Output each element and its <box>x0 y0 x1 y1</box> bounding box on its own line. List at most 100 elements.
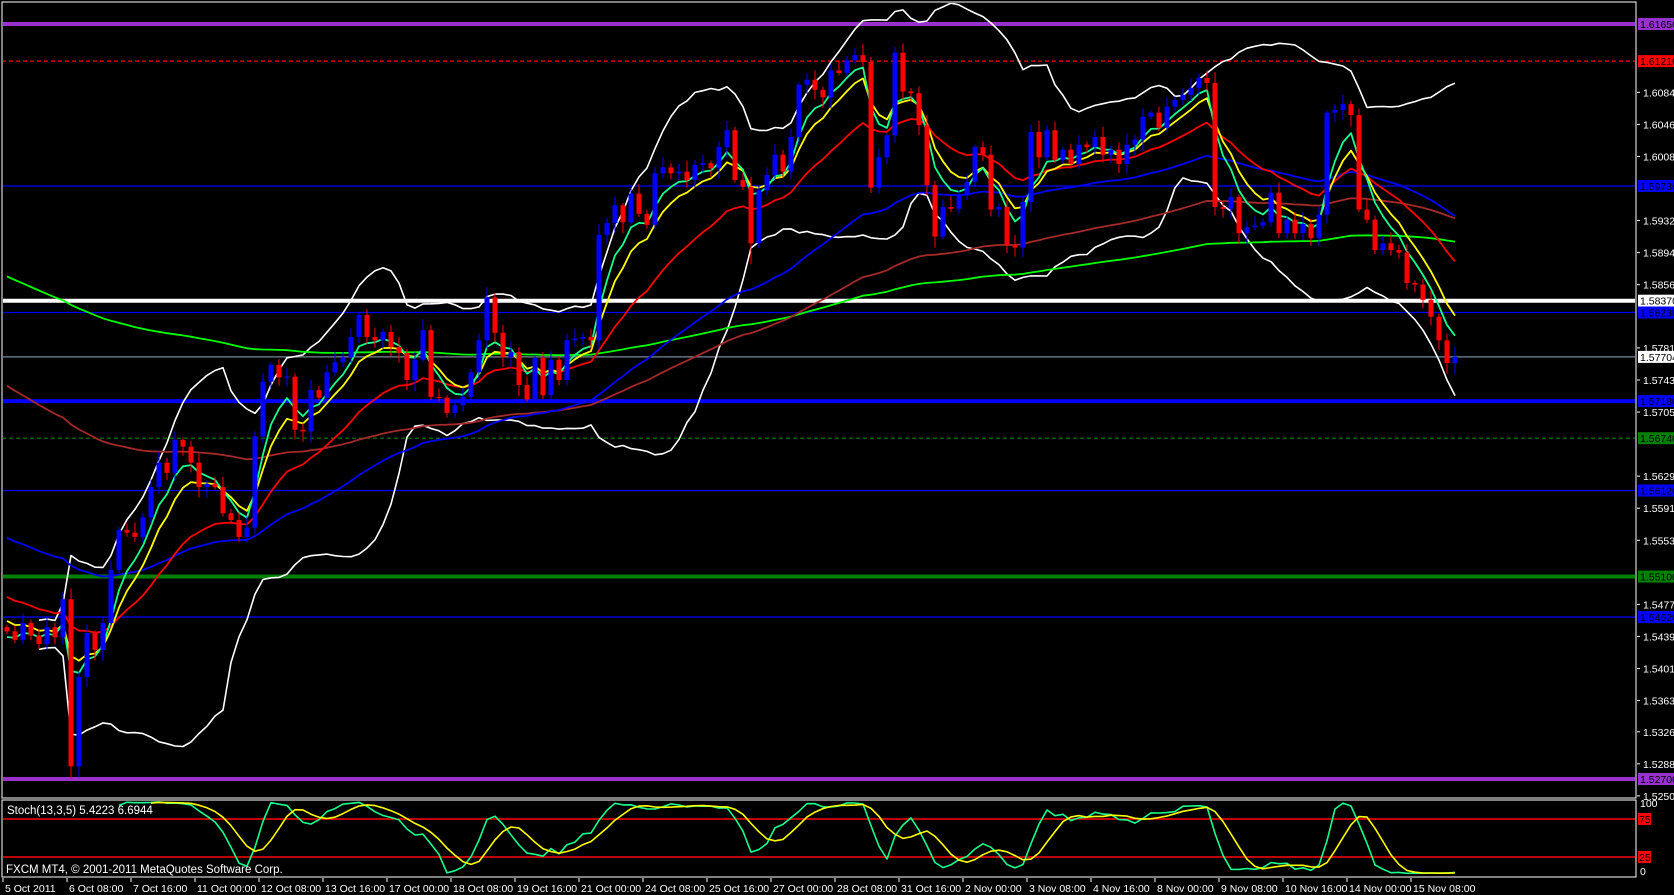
price-tick-label: 1.54390 <box>1643 631 1674 643</box>
price-tick-label: 1.58560 <box>1643 280 1674 292</box>
price-tick-label: 1.59320 <box>1643 216 1674 228</box>
candle <box>1372 215 1378 255</box>
candle-body <box>676 171 682 174</box>
candle-body <box>468 372 474 397</box>
time-label: 6 Oct 08:00 <box>69 883 123 895</box>
candle <box>92 630 98 661</box>
bollinger-lower-band <box>38 177 1456 748</box>
candle-body <box>260 381 266 437</box>
stoch-level-label: 25 <box>1639 852 1651 864</box>
candle <box>1380 235 1386 255</box>
price-tick-label: 1.55530 <box>1643 535 1674 547</box>
time-label: 4 Nov 16:00 <box>1093 883 1150 895</box>
candle-body <box>460 396 466 406</box>
candle <box>1236 194 1242 244</box>
candle-body <box>1156 112 1162 128</box>
candle <box>300 423 306 442</box>
candle-body <box>684 171 690 181</box>
candle-body <box>988 154 994 210</box>
candle <box>796 82 802 146</box>
candle <box>1444 333 1450 374</box>
candle <box>1252 216 1258 230</box>
price-tick-label: 1.54770 <box>1643 599 1674 611</box>
candle-body <box>1076 144 1082 165</box>
candle-body <box>1052 130 1058 160</box>
time-label: 3 Nov 08:00 <box>1029 883 1086 895</box>
candle-body <box>596 234 602 341</box>
candle-body <box>1196 77 1202 89</box>
candle <box>620 202 626 234</box>
candle <box>788 128 794 180</box>
candle <box>1268 185 1274 227</box>
candle <box>260 373 266 444</box>
candle-body <box>212 483 218 488</box>
candle <box>972 144 978 188</box>
candle-body <box>1292 219 1298 234</box>
candle-body <box>268 364 274 382</box>
candle-body <box>540 358 546 396</box>
candle-body <box>12 631 18 640</box>
candle-body <box>436 396 442 398</box>
candle-body <box>788 137 794 172</box>
candle <box>1340 94 1346 121</box>
candle <box>356 312 362 344</box>
candle-body <box>740 180 746 187</box>
price-level-label: 1.58370 <box>1640 296 1674 308</box>
time-label: 12 Oct 08:00 <box>261 883 321 895</box>
candle-body <box>180 439 186 447</box>
candle <box>1020 197 1026 258</box>
candle-body <box>1300 223 1306 234</box>
candle-body <box>300 429 306 432</box>
candle-body <box>164 462 170 473</box>
candle <box>1044 125 1050 160</box>
time-label: 14 Nov 00:00 <box>1349 883 1412 895</box>
candle-body <box>76 676 82 767</box>
price-tick-label: 1.55910 <box>1643 503 1674 515</box>
candle-body <box>700 163 706 165</box>
candle <box>812 70 818 100</box>
candle-body <box>1204 77 1210 84</box>
candle-body <box>1380 243 1386 251</box>
stoch-level-label: 75 <box>1639 814 1651 826</box>
ma-line-ema-200 <box>6 234 1456 357</box>
candle <box>340 352 346 367</box>
ma-line-ema-21 <box>6 118 1456 634</box>
candle-body <box>52 627 58 638</box>
candle-body <box>892 52 898 136</box>
candle-body <box>84 633 90 677</box>
candle-body <box>508 352 514 358</box>
candle-body <box>292 376 298 430</box>
time-label: 24 Oct 08:00 <box>645 883 705 895</box>
candle <box>364 309 370 344</box>
candle <box>372 327 378 348</box>
candle <box>44 617 50 651</box>
candle <box>884 132 890 165</box>
price-tick-label: 1.52880 <box>1643 759 1674 771</box>
candle-body <box>748 186 754 244</box>
candle-body <box>668 167 674 174</box>
candle-body <box>1260 222 1266 226</box>
candle-body <box>1340 104 1346 111</box>
candle <box>956 190 962 213</box>
candle-body <box>1228 196 1234 209</box>
candle <box>852 47 858 65</box>
candle-body <box>1436 316 1442 341</box>
candle <box>1212 72 1218 216</box>
candle <box>1092 130 1098 154</box>
candle <box>460 387 466 412</box>
candle-body <box>652 173 658 225</box>
candle-body <box>1100 137 1106 155</box>
candle-body <box>548 359 554 396</box>
time-label: 21 Oct 00:00 <box>581 883 641 895</box>
chart-canvas[interactable]: 1.60840 1.60460 1.60080 1.59320 1.58940 1.585… <box>0 0 1674 895</box>
candle <box>756 185 762 249</box>
price-level-label: 1.56740 <box>1640 433 1674 445</box>
candle-body <box>1124 144 1130 165</box>
candle-body <box>1148 112 1154 117</box>
candle <box>860 44 866 67</box>
candle-body <box>1012 245 1018 248</box>
candle-body <box>820 89 826 98</box>
candle <box>220 477 226 517</box>
candle-body <box>1268 192 1274 223</box>
candle-body <box>60 599 66 638</box>
